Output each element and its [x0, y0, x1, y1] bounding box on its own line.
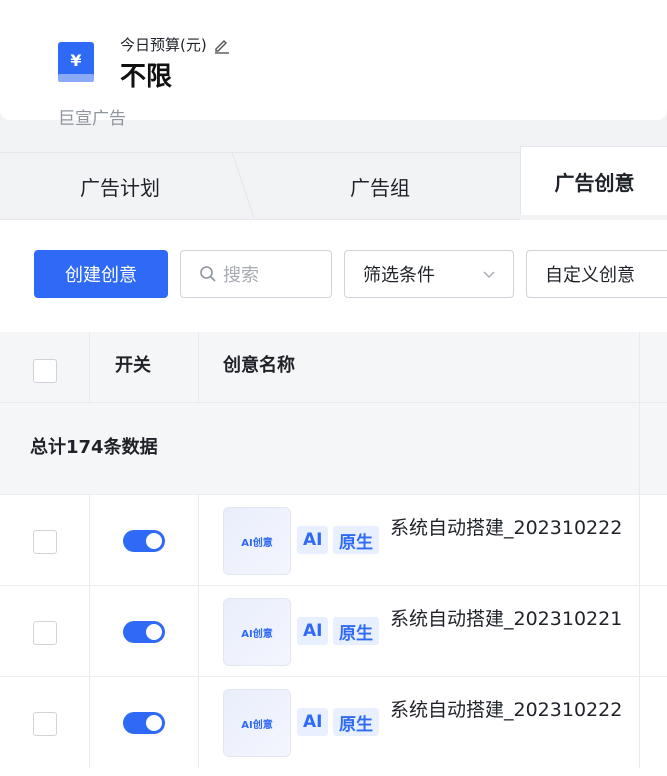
column-divider: [89, 495, 90, 586]
row-toggle-switch[interactable]: [123, 530, 165, 552]
column-divider: [198, 586, 199, 677]
creative-thumbnail[interactable]: AI创意: [223, 507, 291, 575]
ai-tag: AI: [297, 708, 329, 736]
column-divider: [198, 332, 199, 402]
tab-ad-plan[interactable]: 广告计划: [0, 152, 240, 220]
ai-tag: AI: [297, 526, 329, 554]
summary-text: 总计174条数据: [30, 437, 158, 458]
native-tag: 原生: [333, 617, 379, 645]
row-toggle-switch[interactable]: [123, 712, 165, 734]
column-divider: [639, 332, 640, 402]
search-icon: [200, 266, 216, 282]
thumb-label: AI创意: [241, 719, 273, 731]
row-checkbox[interactable]: [33, 621, 57, 645]
filter-dropdown[interactable]: 筛选条件: [344, 250, 514, 298]
svg-text:¥: ¥: [70, 51, 81, 70]
brand-label: 巨宣广告: [58, 109, 126, 129]
budget-card: ¥ 今日预算(元) 不限 巨宣广告: [0, 0, 667, 129]
table-row[interactable]: AI创意 AI 原生 系统自动搭建_202310222: [0, 676, 667, 768]
creative-thumbnail[interactable]: AI创意: [223, 689, 291, 757]
row-toggle-switch[interactable]: [123, 621, 165, 643]
column-divider: [89, 332, 90, 402]
native-tag: 原生: [333, 526, 379, 554]
level-tabs: 广告计划 广告组 广告创意: [0, 146, 667, 220]
tab-ad-plan-label: 广告计划: [80, 175, 160, 200]
create-creative-button[interactable]: 创建创意: [34, 250, 168, 298]
budget-book-icon: ¥: [58, 42, 94, 82]
column-divider: [639, 586, 640, 677]
summary-row: 总计174条数据: [0, 402, 667, 495]
edit-icon[interactable]: [213, 36, 231, 54]
budget-label-text: 今日预算(元): [120, 36, 207, 54]
native-tag: 原生: [333, 708, 379, 736]
ai-tag: AI: [297, 617, 329, 645]
header-switch: 开关: [115, 355, 151, 376]
table-row[interactable]: AI创意 AI 原生 系统自动搭建_202310221: [0, 585, 667, 677]
custom-creative-button[interactable]: 自定义创意: [526, 250, 667, 298]
column-divider: [198, 677, 199, 768]
search-placeholder: 搜索: [223, 265, 259, 286]
creative-name[interactable]: 系统自动搭建_202310222: [390, 515, 630, 541]
table-row[interactable]: AI创意 AI 原生 系统自动搭建_202310222: [0, 494, 667, 586]
custom-creative-label: 自定义创意: [545, 265, 635, 286]
thumb-label: AI创意: [241, 628, 273, 640]
search-input[interactable]: 搜索: [180, 250, 332, 298]
chevron-down-icon: [483, 271, 495, 279]
tab-ad-creative[interactable]: 广告创意: [520, 146, 667, 215]
tab-ad-creative-label: 广告创意: [554, 170, 635, 195]
select-all-checkbox[interactable]: [33, 359, 57, 383]
header-creative-name: 创意名称: [223, 355, 295, 376]
creative-thumbnail[interactable]: AI创意: [223, 598, 291, 666]
column-divider: [639, 677, 640, 768]
creative-name[interactable]: 系统自动搭建_202310221: [390, 606, 630, 632]
row-checkbox[interactable]: [33, 530, 57, 554]
row-checkbox[interactable]: [33, 712, 57, 736]
thumb-label: AI创意: [241, 537, 273, 549]
column-divider: [639, 403, 640, 495]
budget-value: 不限: [120, 62, 173, 92]
table-header: 开关 创意名称: [0, 332, 667, 402]
tab-ad-group[interactable]: 广告组: [240, 152, 520, 220]
column-divider: [639, 495, 640, 586]
filter-label: 筛选条件: [363, 265, 435, 286]
column-divider: [198, 495, 199, 586]
column-divider: [89, 677, 90, 768]
tab-ad-group-label: 广告组: [350, 175, 410, 200]
budget-label: 今日预算(元): [120, 34, 231, 55]
creative-name[interactable]: 系统自动搭建_202310222: [390, 697, 630, 723]
column-divider: [89, 586, 90, 677]
creative-panel: 创建创意 搜索 筛选条件 自定义创意 开关 创意名称 总计174条数据 AI创意…: [0, 220, 667, 776]
